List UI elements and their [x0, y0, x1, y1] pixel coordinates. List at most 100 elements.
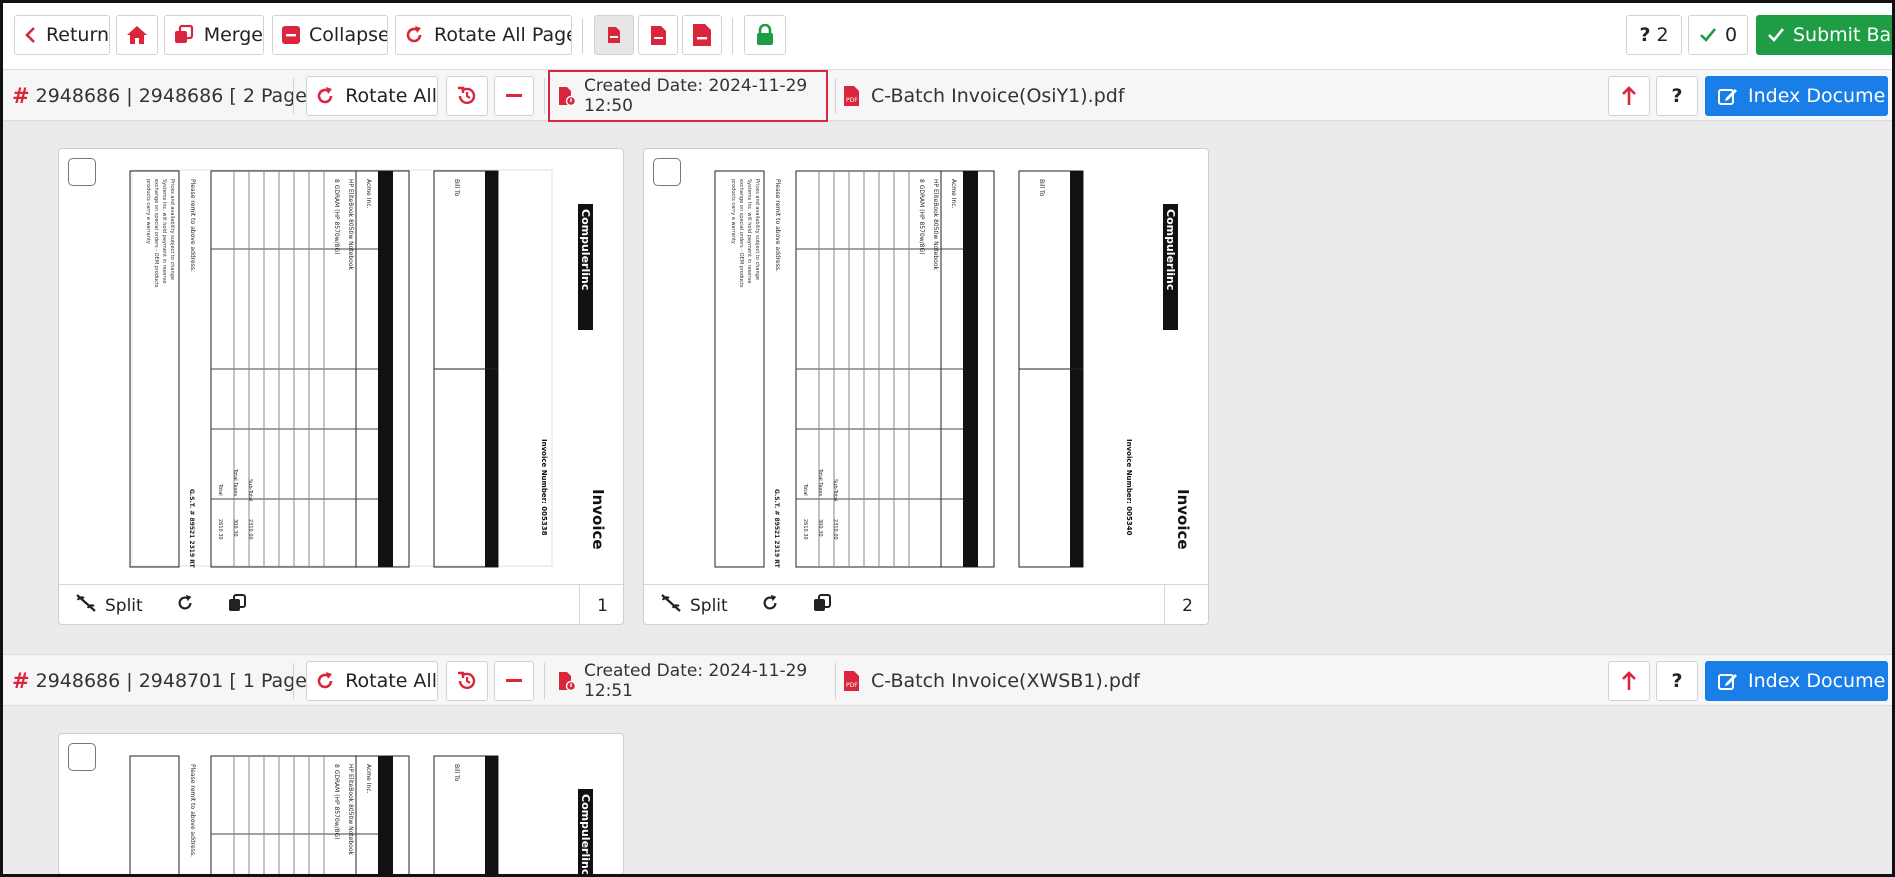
index-document-button[interactable]: Index Document [1705, 661, 1888, 701]
svg-text:PDF: PDF [846, 682, 858, 689]
copy-icon [228, 594, 246, 617]
created-date: Created Date: 2024-11-29 12:51 [548, 655, 828, 707]
rotate-all-pages-label: Rotate All Pages [434, 24, 571, 46]
history-button[interactable] [446, 661, 488, 701]
created-date-text: Created Date: 2024-11-29 12:51 [584, 661, 808, 701]
chevron-left-icon [23, 22, 40, 48]
split-button[interactable]: Split [75, 594, 143, 617]
toolbar-divider [732, 18, 733, 54]
svg-text:Bill To: Bill To [453, 179, 460, 197]
split-label: Split [105, 595, 143, 616]
rotate-page-button[interactable] [176, 594, 194, 617]
rotate-all-label: Rotate All [345, 670, 437, 692]
svg-text:Invoice Number: 005340: Invoice Number: 005340 [1125, 439, 1133, 536]
svg-text:Acme Inc.: Acme Inc. [950, 179, 957, 209]
svg-text:exchange on special orders - O: exchange on special orders - OEM product… [153, 179, 159, 288]
svg-text:Compulerlinc: Compulerlinc [579, 209, 592, 290]
svg-text:8 GDRAM (HP 8570w/8G): 8 GDRAM (HP 8570w/8G) [333, 179, 340, 255]
rotate-all-button[interactable]: Rotate All [306, 76, 438, 116]
view-medium-button[interactable] [638, 15, 678, 55]
rotate-icon [315, 83, 335, 109]
submit-batch-label: Submit Batch [1793, 24, 1892, 46]
svg-text:Prices and availability subjec: Prices and availability subject to chang… [754, 179, 760, 280]
svg-text:products carry a warranty: products carry a warranty [730, 179, 736, 244]
copy-page-button[interactable] [228, 594, 246, 617]
page-card[interactable]: Bill To Compulerlinc Acme Inc. HP EliteB… [58, 733, 624, 875]
svg-text:Invoice Number: 005338: Invoice Number: 005338 [540, 439, 548, 536]
svg-text:Prices and availability subjec: Prices and availability subject to chang… [169, 179, 175, 280]
page-thumbnail: Bill To Compulerlinc Acme Inc. HP EliteB… [129, 755, 593, 874]
svg-text:HP EliteBook 8050w Notebook: HP EliteBook 8050w Notebook [347, 179, 354, 270]
svg-text:Sub-Total: Sub-Total [832, 479, 838, 502]
page-card-footer: Split 2 [644, 584, 1208, 624]
home-button[interactable] [116, 15, 158, 55]
svg-text:Invoice: Invoice [589, 489, 607, 550]
view-large-button[interactable] [682, 15, 722, 55]
page-card-footer: Split 1 [59, 584, 623, 624]
help-button[interactable]: ? [1656, 76, 1698, 116]
remove-button[interactable] [494, 661, 534, 701]
toolbar-divider [582, 18, 583, 54]
svg-text:Systems Inc. will hold payment: Systems Inc. will hold payment in reserv… [161, 179, 167, 283]
index-document-button[interactable]: Index Document [1705, 76, 1888, 116]
page-checkbox[interactable] [653, 158, 681, 186]
rotate-all-button[interactable]: Rotate All [306, 661, 438, 701]
question-icon: ? [1639, 24, 1651, 46]
created-date: Created Date: 2024-11-29 12:50 [548, 70, 828, 122]
page-thumbnail: Bill To Compulerlinc Invoice Invoice Num… [714, 170, 1192, 569]
view-small-button[interactable] [594, 15, 634, 55]
page-checkbox[interactable] [68, 158, 96, 186]
minus-icon [501, 83, 527, 109]
move-up-button[interactable] [1608, 661, 1650, 701]
merge-button[interactable]: Merge [164, 15, 264, 55]
question-icon: ? [1671, 670, 1683, 692]
page-number: 2 [1164, 585, 1208, 624]
lock-button[interactable] [744, 15, 786, 55]
pdf-file-medium-icon [645, 22, 671, 48]
submit-batch-button[interactable]: Submit Batch [1756, 15, 1892, 55]
rotate-all-pages-button[interactable]: Rotate All Pages [395, 15, 572, 55]
page-checkbox[interactable] [68, 743, 96, 771]
check-icon [1767, 22, 1785, 48]
collapse-button[interactable]: Collapse [272, 15, 388, 55]
return-button[interactable]: Return [14, 15, 110, 55]
done-count-button[interactable]: 0 [1688, 15, 1748, 55]
history-button[interactable] [446, 76, 488, 116]
help-button[interactable]: ? [1656, 661, 1698, 701]
created-date-text: Created Date: 2024-11-29 12:50 [584, 76, 808, 116]
index-document-label: Index Document [1748, 670, 1887, 692]
page-thumbnail: Bill To Compulerlinc Invoice Invoice Num… [129, 169, 607, 569]
rotate-all-label: Rotate All [345, 85, 437, 107]
svg-text:300.30: 300.30 [817, 519, 823, 537]
svg-text:G.S.T. # 89521 2319 RT: G.S.T. # 89521 2319 RT [188, 489, 195, 569]
svg-text:8 GDRAM (HP 8570w/8G): 8 GDRAM (HP 8570w/8G) [918, 179, 925, 255]
file-info-icon [558, 671, 576, 691]
lock-icon [752, 22, 778, 48]
svg-text:2610.30: 2610.30 [802, 519, 808, 540]
home-icon [124, 22, 150, 48]
arrow-up-icon [1616, 668, 1642, 694]
remove-button[interactable] [494, 76, 534, 116]
minus-icon [501, 668, 527, 694]
page-card[interactable]: Bill To Compulerlinc Invoice Invoice Num… [643, 148, 1209, 625]
copy-page-button[interactable] [813, 594, 831, 617]
help-count-button[interactable]: ? 2 [1626, 15, 1682, 55]
rotate-page-button[interactable] [761, 594, 779, 617]
svg-text:8 GDRAM (HP 8570w/8G): 8 GDRAM (HP 8570w/8G) [333, 764, 340, 840]
edit-icon [1718, 83, 1738, 109]
move-up-button[interactable] [1608, 76, 1650, 116]
split-button[interactable]: Split [660, 594, 728, 617]
svg-text:Please remit to above address.: Please remit to above address. [189, 764, 196, 857]
svg-text:Total: Total [802, 483, 808, 496]
svg-text:Sub-Total: Sub-Total [247, 479, 253, 502]
history-icon [454, 668, 480, 694]
return-label: Return [45, 24, 109, 46]
page-card[interactable]: Bill To Compulerlinc Invoice Invoice Num… [58, 148, 624, 625]
document-title-text: 2948686 | 2948686 [ 2 Page/s ] [35, 85, 337, 107]
unlink-icon [660, 594, 682, 617]
split-label: Split [690, 595, 728, 616]
header-divider [293, 78, 294, 114]
svg-text:HP EliteBook 8050w Notebook: HP EliteBook 8050w Notebook [932, 179, 939, 270]
edit-icon [1718, 668, 1738, 694]
document-title-text: 2948686 | 2948701 [ 1 Page/s ] [35, 670, 337, 692]
